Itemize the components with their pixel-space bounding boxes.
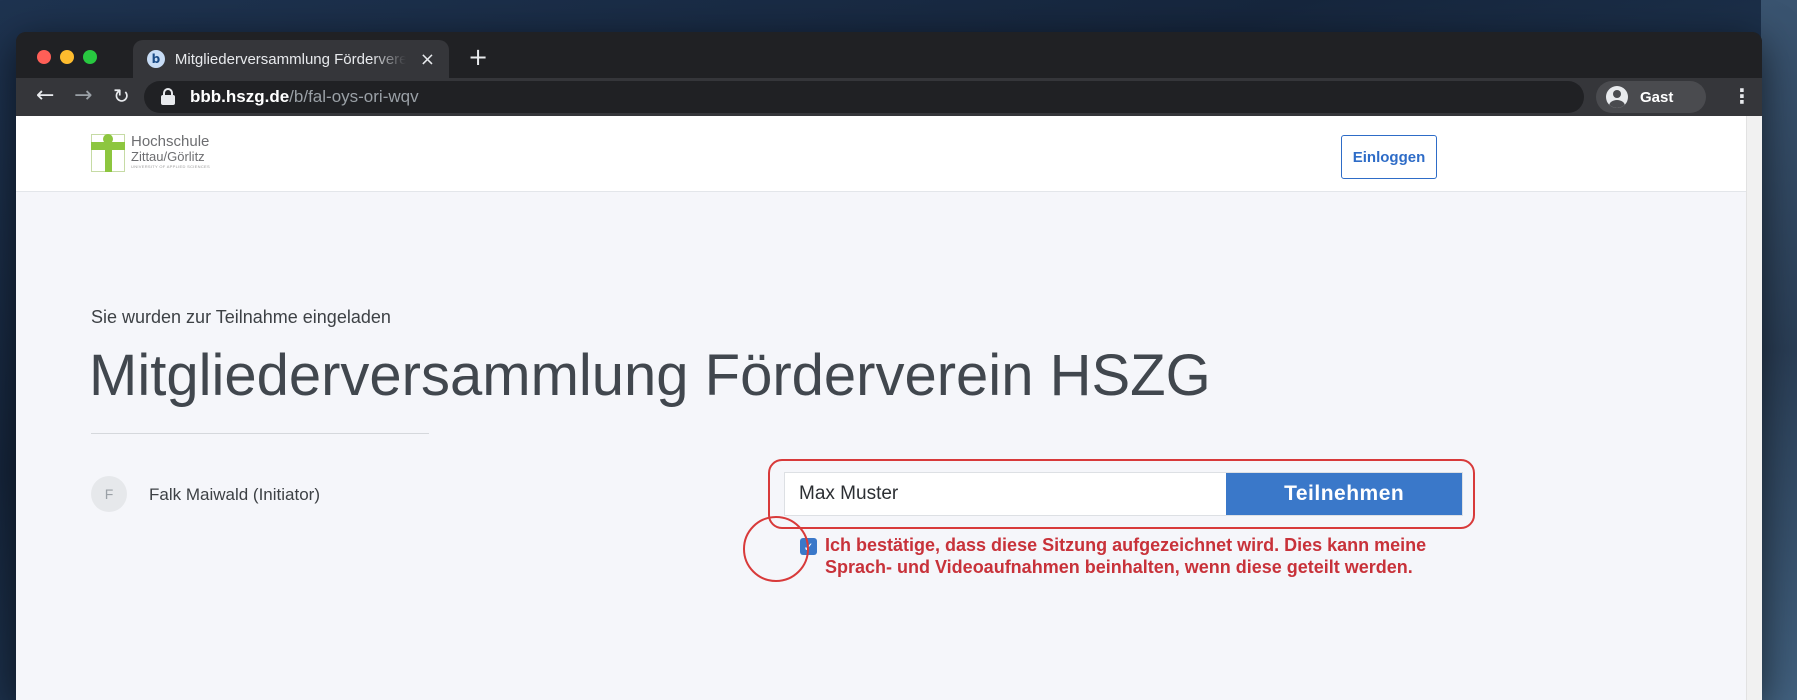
tab-title: Mitgliederversammlung Förderverein HSZG bbox=[174, 50, 406, 68]
forward-arrow-icon[interactable]: → bbox=[74, 83, 92, 108]
logo-line1: Hochschule bbox=[131, 133, 210, 150]
owner-avatar: F bbox=[91, 476, 127, 512]
reload-icon[interactable]: ↻ bbox=[113, 84, 130, 108]
room-title: Mitgliederversammlung Förderverein HSZG bbox=[89, 343, 1211, 408]
logo-line3: UNIVERSITY OF APPLIED SCIENCES bbox=[131, 164, 210, 169]
consent-checkbox[interactable]: ✓ bbox=[800, 538, 817, 555]
desktop-background bbox=[1761, 0, 1797, 700]
profile-icon bbox=[1606, 86, 1628, 108]
page-scrollbar[interactable] bbox=[1746, 116, 1762, 700]
browser-tab[interactable]: b Mitgliederversammlung Förderverein HSZ… bbox=[133, 40, 449, 78]
hszg-logo-icon bbox=[91, 134, 125, 172]
back-arrow-icon[interactable]: ← bbox=[36, 83, 54, 108]
url-path: /b/fal-oys-ori-wqv bbox=[289, 87, 419, 106]
hszg-logo[interactable]: Hochschule Zittau/Görlitz UNIVERSITY OF … bbox=[91, 134, 210, 172]
minimize-window-button[interactable] bbox=[60, 50, 74, 64]
url-host: bbb.hszg.de bbox=[190, 87, 290, 106]
new-tab-icon[interactable]: + bbox=[468, 43, 488, 71]
consent-text: Ich bestätige, dass diese Sitzung aufgez… bbox=[825, 535, 1427, 577]
join-form: Teilnehmen bbox=[784, 472, 1463, 516]
recording-consent: ✓ Ich bestätige, dass diese Sitzung aufg… bbox=[800, 534, 1465, 578]
kebab-menu-icon[interactable]: ⋮ bbox=[1732, 84, 1752, 108]
login-button[interactable]: Einloggen bbox=[1341, 135, 1437, 179]
profile-button[interactable]: Gast bbox=[1596, 81, 1706, 113]
profile-name: Gast bbox=[1640, 88, 1674, 106]
browser-toolbar: ← → ↻ bbb.hszg.de/b/fal-oys-ori-wqv Gast… bbox=[16, 78, 1762, 116]
site-header: Hochschule Zittau/Görlitz UNIVERSITY OF … bbox=[16, 116, 1746, 192]
name-input[interactable] bbox=[785, 473, 1227, 515]
address-bar[interactable]: bbb.hszg.de/b/fal-oys-ori-wqv bbox=[144, 81, 1584, 113]
web-page: Hochschule Zittau/Görlitz UNIVERSITY OF … bbox=[16, 116, 1746, 700]
tab-close-icon[interactable]: × bbox=[420, 49, 435, 70]
owner-name: Falk Maiwald (Initiator) bbox=[149, 485, 320, 504]
lock-icon[interactable] bbox=[160, 88, 176, 106]
join-button[interactable]: Teilnehmen bbox=[1226, 473, 1462, 515]
invite-label: Sie wurden zur Teilnahme eingeladen bbox=[91, 307, 391, 327]
tab-strip: b Mitgliederversammlung Förderverein HSZ… bbox=[16, 32, 1762, 78]
logo-line2: Zittau/Görlitz bbox=[131, 149, 205, 164]
bigbluebutton-favicon-icon: b bbox=[147, 50, 165, 68]
divider bbox=[91, 433, 429, 434]
browser-window: b Mitgliederversammlung Förderverein HSZ… bbox=[16, 32, 1762, 700]
close-window-button[interactable] bbox=[37, 50, 51, 64]
maximize-window-button[interactable] bbox=[83, 50, 97, 64]
